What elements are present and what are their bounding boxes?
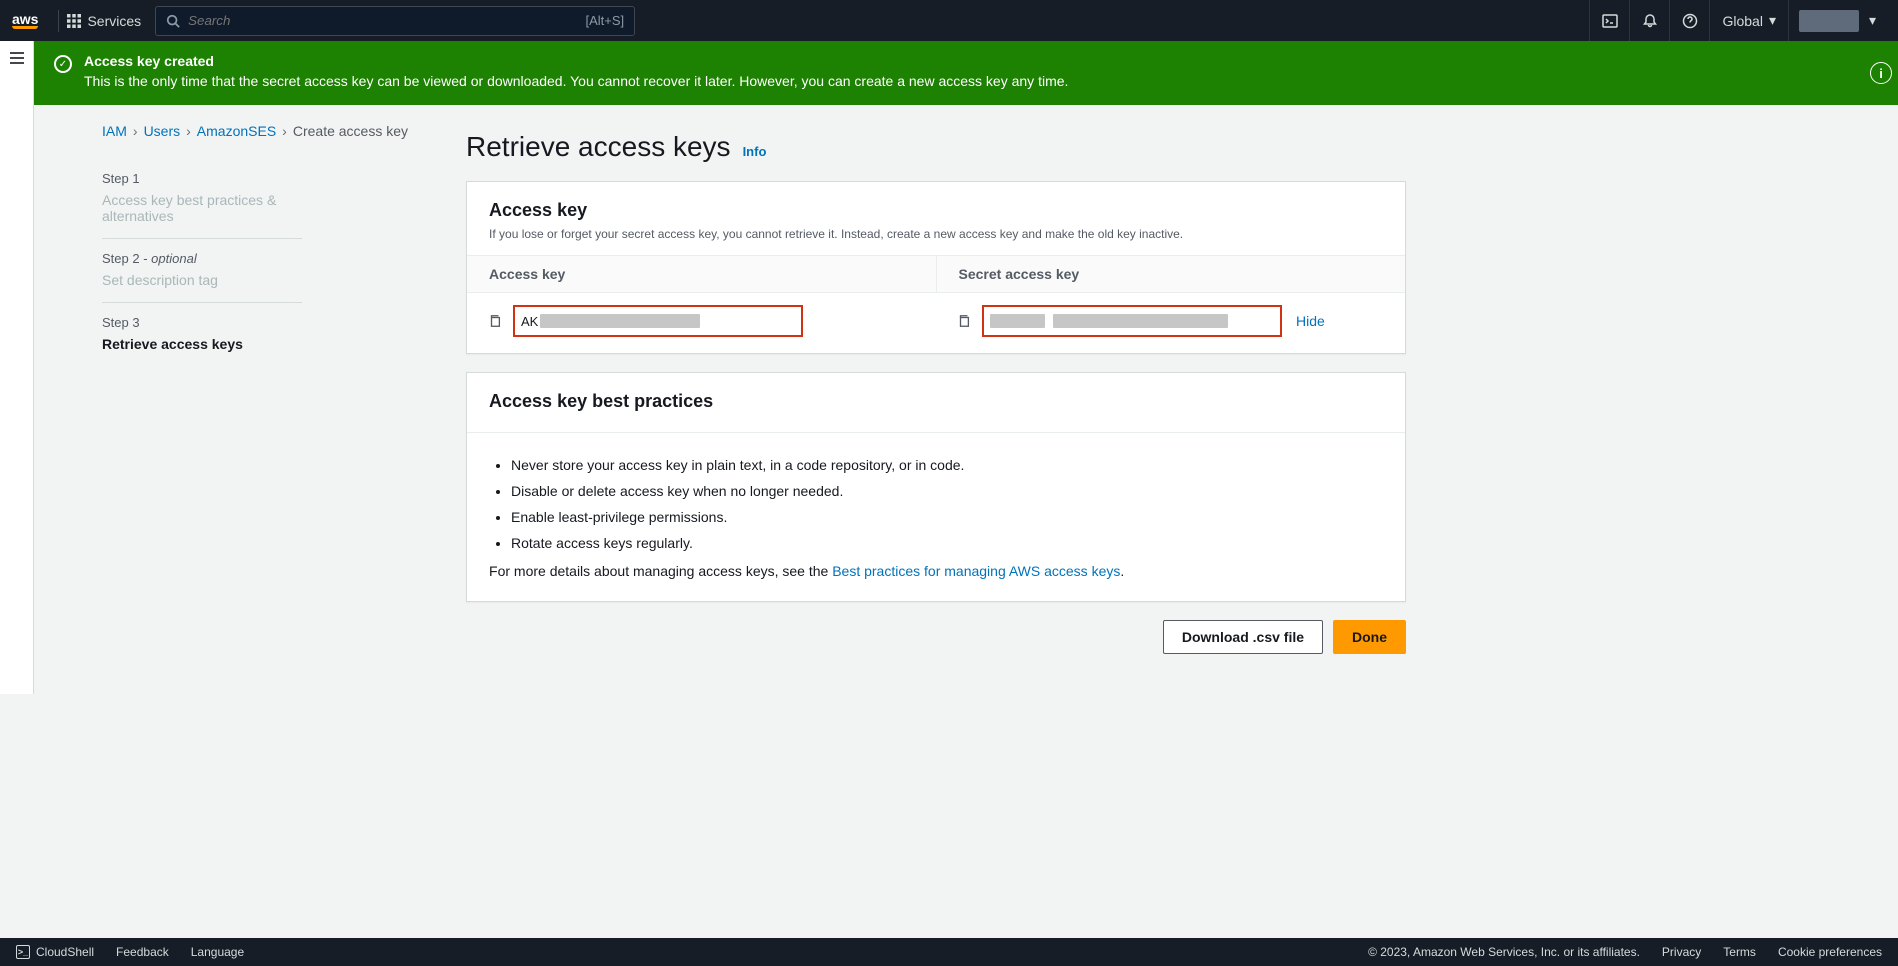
best-practices-list: Never store your access key in plain tex… [489,457,1383,551]
copy-secret-key-button[interactable] [954,311,974,331]
global-search[interactable]: [Alt+S] [155,6,635,36]
step-number: Step 3 [102,315,302,330]
grid-icon [67,14,81,28]
flash-description: This is the only time that the secret ac… [84,73,1068,89]
done-button[interactable]: Done [1333,620,1406,654]
best-practices-footer: For more details about managing access k… [489,563,1383,579]
footer-suffix: . [1120,563,1124,579]
terms-link[interactable]: Terms [1723,945,1756,959]
search-input[interactable] [188,13,577,28]
account-name-redacted [1799,10,1859,32]
account-menu[interactable]: ▾ [1788,0,1886,41]
aws-logo-smile [12,26,38,29]
step-2: Step 2 - optional Set description tag [102,239,302,303]
breadcrumb-current: Create access key [293,123,408,139]
step-title: Retrieve access keys [102,336,302,352]
copyright-text: © 2023, Amazon Web Services, Inc. or its… [1368,945,1640,959]
secret-redacted-1 [990,314,1045,328]
region-label: Global [1722,13,1762,29]
list-item: Never store your access key in plain tex… [511,457,1383,473]
breadcrumb: IAM › Users › AmazonSES › Create access … [102,123,408,139]
column-header-secret: Secret access key [937,256,1406,292]
page-title: Retrieve access keys [466,131,731,163]
list-item: Rotate access keys regularly. [511,535,1383,551]
caret-down-icon: ▾ [1769,12,1776,29]
divider [58,10,59,32]
chevron-right-icon: › [282,123,287,139]
step-number: Step 2 - optional [102,251,302,266]
step-number: Step 1 [102,171,302,186]
notifications-icon[interactable] [1629,0,1669,41]
aws-logo[interactable]: aws [12,13,38,29]
language-link[interactable]: Language [191,945,244,959]
column-header-access-key: Access key [467,256,937,292]
success-flash: ✓ Access key created This is the only ti… [34,41,1898,105]
cloudshell-label: CloudShell [36,945,94,959]
menu-toggle-button[interactable] [9,51,25,694]
access-key-prefix: AK [521,314,538,329]
breadcrumb-link-user[interactable]: AmazonSES [197,123,276,139]
secret-key-value [982,305,1282,337]
breadcrumb-link-users[interactable]: Users [144,123,181,139]
aws-logo-text: aws [12,13,38,25]
access-key-value: AK [513,305,803,337]
card-subtext: If you lose or forget your secret access… [489,227,1383,241]
step-number-text: Step 2 [102,251,140,266]
cloudshell-icon: >_ [16,945,30,959]
card-heading: Access key [489,200,1383,221]
side-drawer-toggle-col [0,41,34,694]
privacy-link[interactable]: Privacy [1662,945,1701,959]
success-check-icon: ✓ [54,55,72,73]
feedback-link[interactable]: Feedback [116,945,169,959]
step-optional: optional [151,251,197,266]
step-title: Access key best practices & alternatives [102,192,302,224]
cookie-preferences-link[interactable]: Cookie preferences [1778,945,1882,959]
secret-redacted-2 [1053,314,1228,328]
chevron-right-icon: › [133,123,138,139]
list-item: Enable least-privilege permissions. [511,509,1383,525]
best-practices-card: Access key best practices Never store yo… [466,372,1406,602]
info-circle-icon[interactable]: i [1870,62,1892,84]
copy-access-key-button[interactable] [485,311,505,331]
card-heading: Access key best practices [489,391,1383,412]
hide-secret-link[interactable]: Hide [1296,313,1325,329]
cloudshell-footer-button[interactable]: >_ CloudShell [16,945,94,959]
search-icon [166,14,180,28]
header-utilities: Global ▾ ▾ [1589,0,1886,41]
footer-text: For more details about managing access k… [489,563,832,579]
chevron-right-icon: › [186,123,191,139]
info-link[interactable]: Info [743,144,767,159]
access-key-redacted [540,314,700,328]
download-csv-button[interactable]: Download .csv file [1163,620,1323,654]
step-1: Step 1 Access key best practices & alter… [102,159,302,239]
breadcrumb-link-iam[interactable]: IAM [102,123,127,139]
cloudshell-icon[interactable] [1589,0,1629,41]
region-selector[interactable]: Global ▾ [1709,0,1788,41]
best-practices-doc-link[interactable]: Best practices for managing AWS access k… [832,563,1120,579]
help-icon[interactable] [1669,0,1709,41]
wizard-steps: Step 1 Access key best practices & alter… [102,159,302,366]
step-3: Step 3 Retrieve access keys [102,303,302,366]
wizard-actions: Download .csv file Done [466,620,1406,654]
services-label: Services [87,13,141,29]
global-header: aws Services [Alt+S] Global ▾ ▾ [0,0,1898,41]
access-key-card: Access key If you lose or forget your se… [466,181,1406,354]
step-title: Set description tag [102,272,302,288]
list-item: Disable or delete access key when no lon… [511,483,1383,499]
caret-down-icon: ▾ [1869,12,1876,29]
flash-title: Access key created [84,53,1068,69]
search-kbd-hint: [Alt+S] [585,13,624,28]
console-footer: >_ CloudShell Feedback Language © 2023, … [0,938,1898,966]
services-menu[interactable]: Services [67,13,141,29]
